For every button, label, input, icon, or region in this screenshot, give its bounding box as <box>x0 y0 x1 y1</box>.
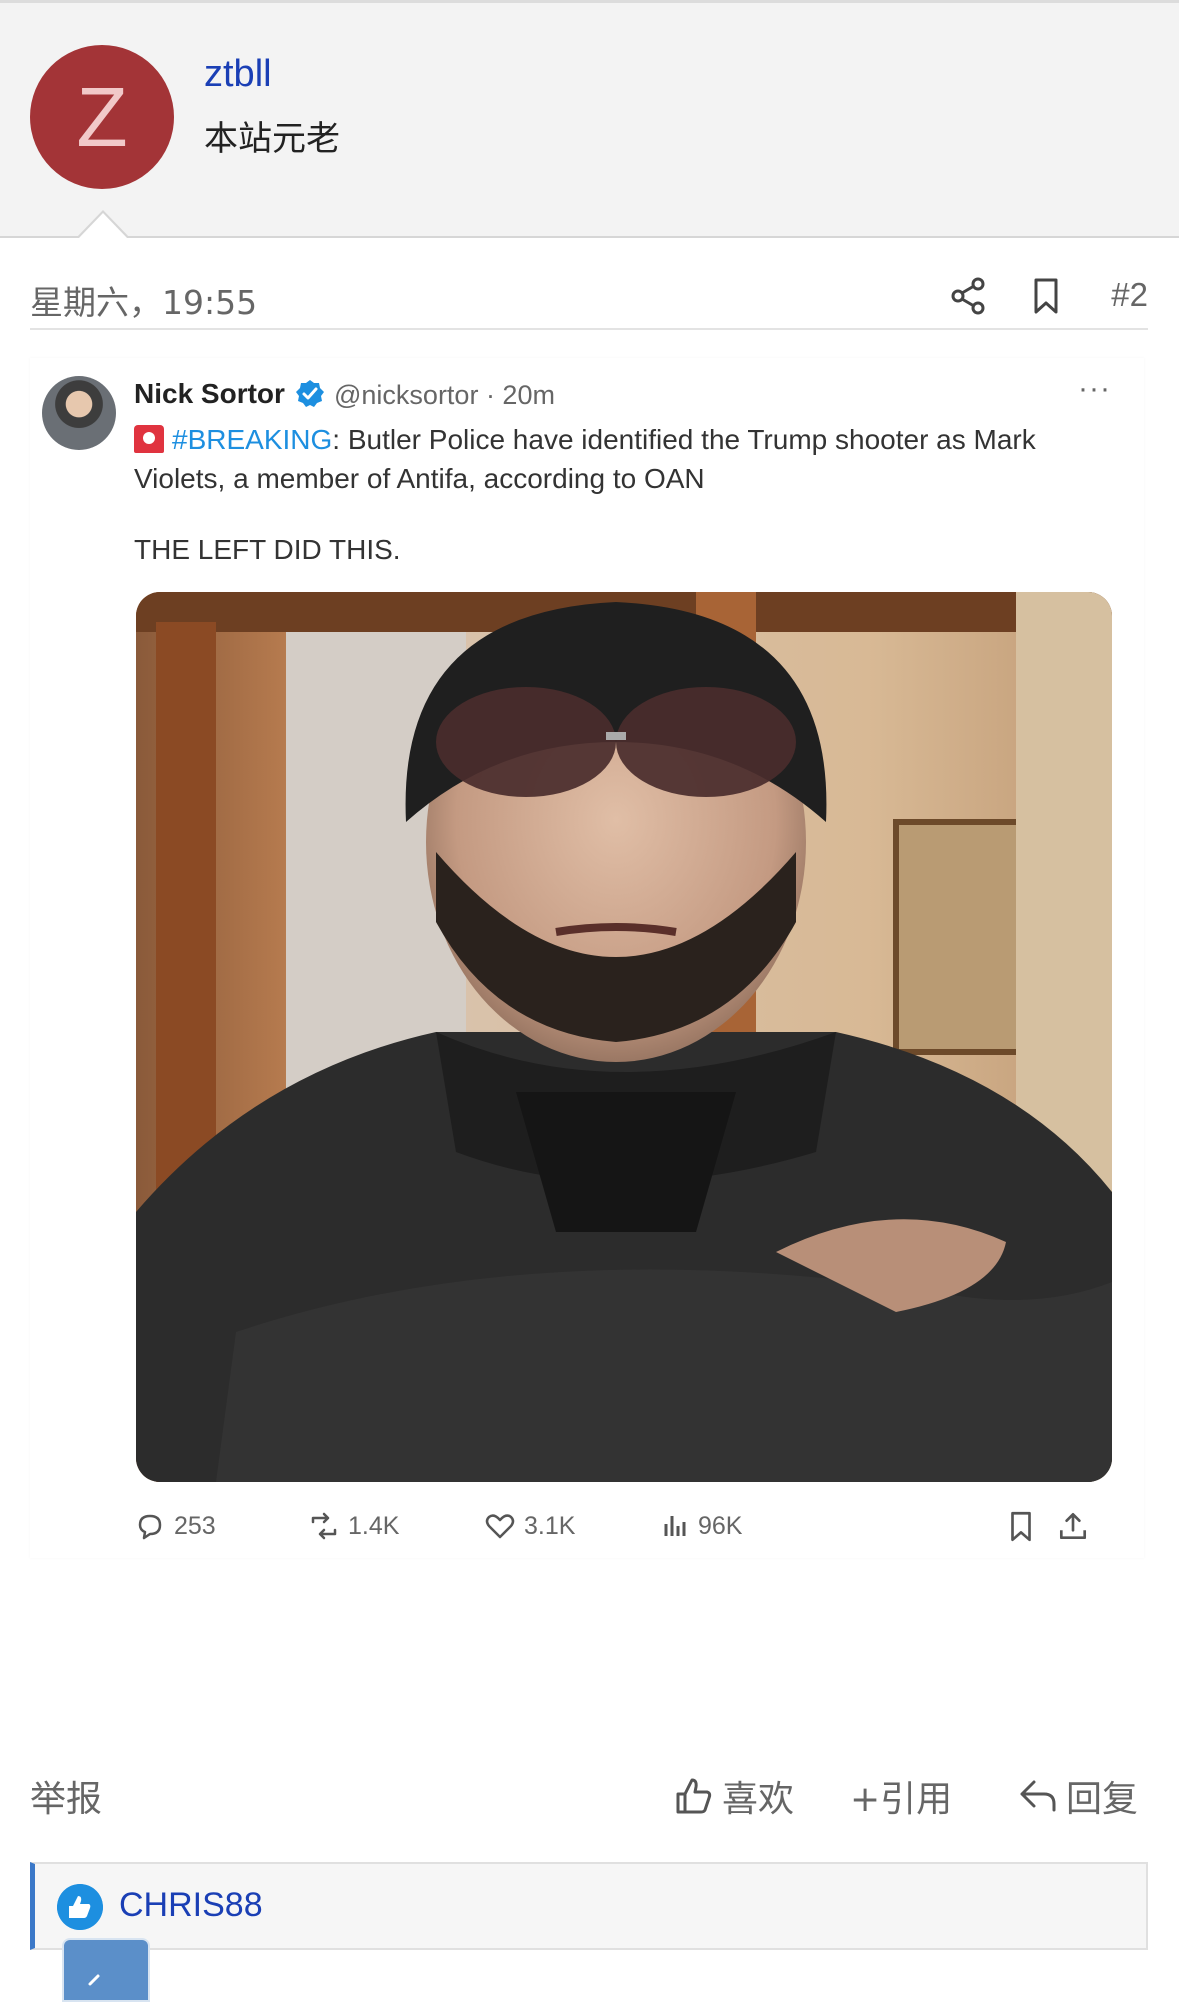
avatar[interactable]: Z <box>30 45 174 189</box>
views-icon <box>664 1516 686 1536</box>
hashtag-link[interactable]: #BREAKING <box>172 424 332 455</box>
siren-emoji-icon <box>134 425 164 453</box>
edit-pencil-icon <box>88 1974 100 1986</box>
tweet-actions: 253 1.4K 3.1K 96K <box>134 1506 1114 1546</box>
tweet-text-second-line: THE LEFT DID THIS. <box>134 534 401 565</box>
like-count[interactable]: 3.1K <box>484 1506 575 1546</box>
like-button[interactable]: 喜欢 <box>672 1770 794 1822</box>
verified-badge-icon <box>296 380 324 407</box>
like-badge-icon <box>57 1884 103 1930</box>
embedded-tweet[interactable]: Nick Sortor @nicksortor · 20m ··· #BREAK… <box>30 358 1144 1558</box>
reply-arrow-icon <box>1020 1780 1056 1812</box>
retweet-count-label: 1.4K <box>348 1511 400 1540</box>
user-title: 本站元老 <box>204 119 340 159</box>
likes-bar: CHRIS88 <box>30 1862 1148 1950</box>
quote-label: +引用 <box>850 1779 953 1820</box>
reply-button[interactable]: 回复 <box>1016 1770 1138 1822</box>
tweet-handle-time: @nicksortor · 20m <box>334 380 555 410</box>
post-meta-row: 星期六，19:55 #2 <box>30 262 1148 330</box>
quick-edit-button[interactable] <box>62 1938 150 2002</box>
retweet-icon <box>311 1512 337 1540</box>
photo-illustration <box>136 592 1112 1482</box>
like-count-label: 3.1K <box>524 1511 576 1540</box>
heart-icon <box>485 1514 515 1539</box>
thumbs-up-icon <box>676 1778 712 1814</box>
tweet-photo[interactable] <box>136 592 1112 1482</box>
quote-button[interactable]: +引用 <box>850 1770 952 1822</box>
view-count-label: 96K <box>698 1511 743 1540</box>
reply-icon <box>138 1514 162 1540</box>
post-time: 星期六，19:55 <box>30 283 258 322</box>
more-options-icon[interactable]: ··· <box>1078 372 1111 406</box>
post-actions-bar: 举报 喜欢 +引用 回复 <box>30 1770 1148 1820</box>
reply-label: 回复 <box>1066 1779 1139 1820</box>
user-header: Z ztbll 本站元老 <box>0 0 1179 238</box>
reply-count[interactable]: 253 <box>134 1506 216 1546</box>
report-link[interactable]: 举报 <box>30 1770 102 1822</box>
username-link[interactable]: ztbll <box>204 53 272 96</box>
liked-by-user-link[interactable]: CHRIS88 <box>119 1886 263 1925</box>
post-number-link[interactable]: #2 <box>1111 276 1148 314</box>
share-icon[interactable] <box>948 276 988 316</box>
bookmark-icon[interactable] <box>1026 276 1066 316</box>
tweet-author-avatar[interactable] <box>42 376 116 450</box>
tweet-text: #BREAKING: Butler Police have identified… <box>134 420 1114 498</box>
reply-count-label: 253 <box>174 1511 216 1540</box>
retweet-count[interactable]: 1.4K <box>308 1506 399 1546</box>
tweet-share-icon[interactable] <box>1056 1506 1090 1546</box>
tweet-bookmark-icon[interactable] <box>1004 1506 1038 1546</box>
tweet-author-name[interactable]: Nick Sortor <box>134 378 285 410</box>
like-label: 喜欢 <box>722 1779 795 1820</box>
view-count[interactable]: 96K <box>658 1506 742 1546</box>
header-caret-fill <box>78 213 128 239</box>
